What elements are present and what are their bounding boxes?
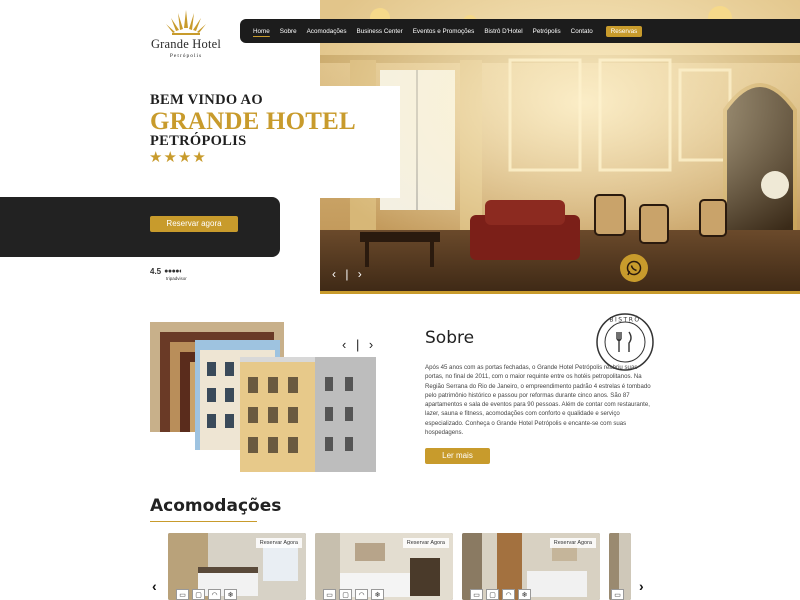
room-amenities: ▭	[611, 589, 624, 600]
tripadvisor-rating[interactable]: 4.5 ●●●●◐	[150, 267, 183, 276]
nav-contato[interactable]: Contato	[566, 28, 598, 35]
room-card-partial[interactable]: ▭	[609, 533, 631, 600]
bistro-badge-text: BISTRÔ	[609, 317, 640, 324]
about-section-title: Sobre	[425, 328, 475, 348]
room-reserve-button[interactable]: Reservar Agora	[255, 538, 302, 548]
bed-icon: ▭	[176, 589, 189, 600]
room-card[interactable]: Reservar Agora ▭ ▢ ◠ ❄	[315, 533, 453, 600]
whatsapp-icon	[626, 260, 642, 276]
nav-petropolis[interactable]: Petrópolis	[528, 28, 566, 35]
nav-business-center[interactable]: Business Center	[352, 28, 408, 35]
nav-reservas-button[interactable]: Reservas	[605, 25, 643, 37]
whatsapp-button[interactable]	[620, 254, 648, 282]
wifi-icon: ◠	[355, 589, 368, 600]
hero-accent-bar	[320, 291, 800, 294]
room-reserve-button[interactable]: Reservar Agora	[549, 538, 596, 548]
tv-icon: ▢	[339, 589, 352, 600]
about-slider-arrows[interactable]: ‹ | ›	[342, 337, 376, 352]
main-navigation: Home Sobre Acomodações Business Center E…	[240, 19, 800, 43]
room-card[interactable]: Reservar Agora ▭ ▢ ◠ ❄	[168, 533, 306, 600]
rooms-section-title: Acomodações	[150, 496, 282, 516]
wifi-icon: ◠	[208, 589, 221, 600]
room-card[interactable]: Reservar Agora ▭ ▢ ◠ ❄	[462, 533, 600, 600]
nav-acomodacoes[interactable]: Acomodações	[302, 28, 352, 35]
crown-emblem-icon	[166, 10, 206, 35]
read-more-button[interactable]: Ler mais	[425, 448, 490, 464]
ac-icon: ❄	[518, 589, 531, 600]
nav-eventos-promocoes[interactable]: Eventos e Promoções	[408, 28, 480, 35]
rating-dots-icon: ●●●●◐	[164, 268, 183, 275]
ac-icon: ❄	[224, 589, 237, 600]
rooms-next-arrow[interactable]: ›	[639, 578, 644, 594]
logo-subname: Petrópolis	[169, 53, 203, 59]
wifi-icon: ◠	[502, 589, 515, 600]
room-amenities: ▭ ▢ ◠ ❄	[470, 589, 531, 600]
nav-home[interactable]: Home	[248, 28, 275, 35]
nav-bistro[interactable]: Bistrô D'Hotel	[479, 28, 527, 35]
hero-booking-bar	[0, 197, 280, 257]
nav-sobre[interactable]: Sobre	[275, 28, 302, 35]
rooms-title-underline	[150, 521, 257, 522]
tv-icon: ▢	[192, 589, 205, 600]
hero-slider-arrows[interactable]: ‹ | ›	[332, 267, 365, 281]
bed-icon: ▭	[323, 589, 336, 600]
rooms-prev-arrow[interactable]: ‹	[152, 578, 157, 594]
photo-facade-vintage	[240, 357, 376, 472]
room-reserve-button[interactable]: Reservar Agora	[402, 538, 449, 548]
hotel-logo[interactable]: Grande Hotel Petrópolis	[146, 8, 226, 59]
star-rating: ★★★★	[149, 149, 207, 166]
tv-icon: ▢	[486, 589, 499, 600]
bed-icon: ▭	[611, 589, 624, 600]
reserve-now-button[interactable]: Reservar agora	[150, 216, 238, 232]
bed-icon: ▭	[470, 589, 483, 600]
ac-icon: ❄	[371, 589, 384, 600]
room-amenities: ▭ ▢ ◠ ❄	[176, 589, 237, 600]
hero-hotel-name: GRANDE HOTEL	[150, 108, 356, 135]
about-description: Após 45 anos com as portas fechadas, o G…	[425, 364, 651, 437]
tripadvisor-logo: tripadvisor	[166, 276, 187, 281]
room-amenities: ▭ ▢ ◠ ❄	[323, 589, 384, 600]
rating-value: 4.5	[150, 267, 162, 276]
logo-name: Grande Hotel	[150, 37, 222, 51]
hero-welcome-line1: BEM VINDO AO	[150, 92, 263, 108]
